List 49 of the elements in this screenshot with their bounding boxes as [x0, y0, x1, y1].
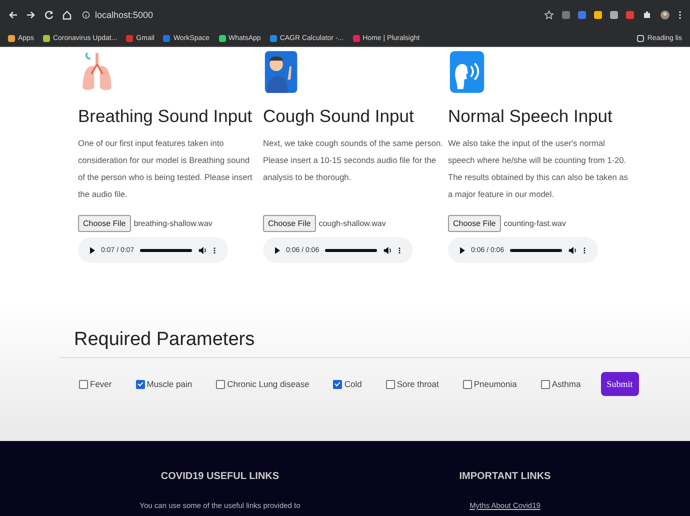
- puzzle-icon[interactable]: [642, 10, 652, 20]
- option-label: Muscle pain: [146, 379, 192, 389]
- choose-file-button[interactable]: Choose File: [448, 215, 501, 232]
- description: Next, we take cough sounds of the same person. Please insert a 10-15 seconds audio file for the analysis to be thorough.: [263, 137, 443, 184]
- section-title: Normal Speech Input: [448, 106, 614, 127]
- menu-icon[interactable]: [678, 10, 682, 20]
- forward-icon[interactable]: [26, 10, 36, 20]
- more-icon[interactable]: [398, 246, 401, 254]
- avatar-icon[interactable]: [660, 10, 670, 20]
- description: We also take the input of the user's normal speech where he/she will be counting from 1-20. The results obtained by this can also be taken as a major feature in our model.: [448, 137, 628, 201]
- home-icon[interactable]: [62, 10, 72, 20]
- choose-file-button[interactable]: Choose File: [263, 215, 316, 232]
- section-title: Breathing Sound Input: [78, 106, 254, 127]
- file-name: counting-fast.wav: [504, 219, 566, 228]
- footer-heading: IMPORTANT LINKS: [459, 471, 551, 482]
- volume-icon[interactable]: [383, 246, 392, 254]
- option-label: Asthma: [552, 379, 581, 389]
- option-label: Chronic Lung disease: [227, 379, 310, 389]
- reload-icon[interactable]: [44, 10, 54, 20]
- info-icon: [82, 11, 90, 19]
- volume-icon[interactable]: [198, 246, 207, 254]
- more-icon[interactable]: [583, 246, 586, 254]
- option-label: Cold: [344, 379, 362, 389]
- checkbox[interactable]: [462, 380, 472, 388]
- checkbox[interactable]: [136, 380, 145, 388]
- choose-file-button[interactable]: Choose File: [78, 215, 131, 232]
- section-title: Required Parameters: [73, 329, 256, 351]
- checkbox[interactable]: [540, 380, 550, 388]
- file-name: breathing-shallow.wav: [134, 219, 212, 228]
- description: One of our first input features taken into consideration for our model is Breathing sound of the person who is being tested. Please insert the audio file.: [78, 137, 254, 201]
- checkbox[interactable]: [216, 380, 226, 388]
- play-icon[interactable]: [460, 246, 465, 254]
- checkbox[interactable]: [333, 380, 342, 388]
- checkbox[interactable]: [386, 380, 395, 388]
- star-icon[interactable]: [544, 10, 554, 20]
- play-icon[interactable]: [275, 246, 280, 254]
- option-label: Fever: [90, 379, 112, 389]
- option-label: Sore throat: [396, 379, 439, 389]
- checkbox[interactable]: [79, 380, 88, 388]
- section-title: Cough Sound Input: [263, 106, 415, 127]
- volume-icon[interactable]: [568, 246, 577, 254]
- option-label: Pneumonia: [474, 379, 517, 389]
- speaking-head-icon: [448, 50, 486, 94]
- footer-heading: COVID19 USEFUL LINKS: [160, 471, 280, 482]
- back-icon[interactable]: [8, 10, 18, 20]
- more-icon[interactable]: [213, 246, 216, 254]
- file-name: cough-shallow.wav: [318, 219, 386, 228]
- submit-button[interactable]: Submit: [600, 372, 639, 396]
- play-icon[interactable]: [90, 246, 95, 254]
